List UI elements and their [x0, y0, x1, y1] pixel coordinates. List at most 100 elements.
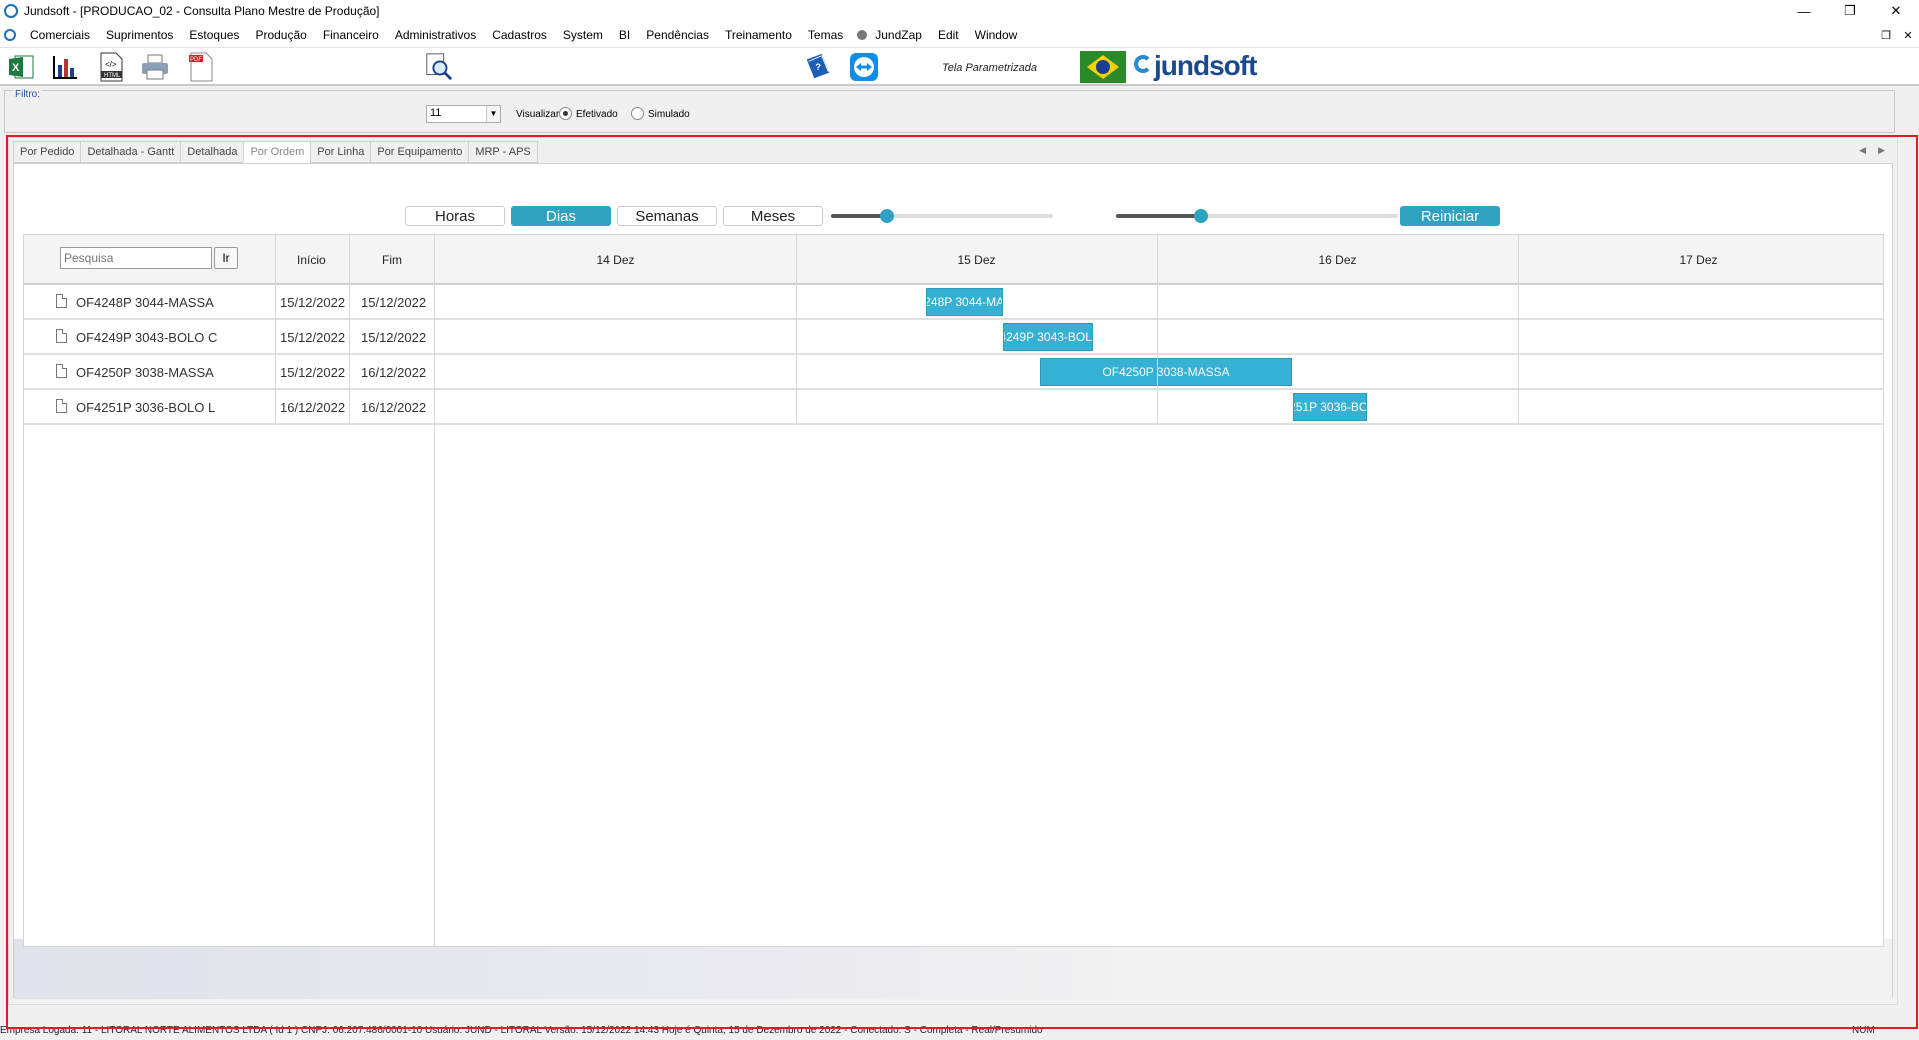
day-divider	[1518, 235, 1519, 425]
restore-button[interactable]: ❐	[1827, 0, 1873, 22]
order-name: OF4250P 3038-MASSA	[76, 365, 214, 380]
brazil-flag-icon	[1080, 51, 1126, 83]
gantt-bar[interactable]: OF4251P 3036-BOLO L	[1293, 393, 1367, 421]
menu-treinamento[interactable]: Treinamento	[717, 28, 800, 42]
filter-combo[interactable]: 11 ▼	[426, 105, 501, 123]
tab-strip: Por Pedido Detalhada - Gantt Detalhada P…	[13, 141, 538, 163]
menu-comerciais[interactable]: Comerciais	[22, 28, 98, 42]
close-button[interactable]: ✕	[1873, 0, 1919, 22]
tab-detalhada-gantt[interactable]: Detalhada - Gantt	[80, 141, 181, 163]
col-inicio-header: Início	[297, 253, 326, 267]
print-icon[interactable]	[140, 52, 170, 82]
menu-edit[interactable]: Edit	[930, 28, 967, 42]
menu-estoques[interactable]: Estoques	[181, 28, 247, 42]
status-bar: Empresa Logada: 11 - LITORAL NORTE ALIME…	[0, 1025, 1919, 1040]
menu-temas[interactable]: Temas	[800, 28, 851, 42]
tab-scroll-right-icon[interactable]: ▶	[1878, 145, 1885, 156]
tela-parametrizada-label: Tela Parametrizada	[942, 62, 1037, 74]
gantt-bar[interactable]: OF4250P 3038-MASSA	[1040, 358, 1292, 386]
semanas-button[interactable]: Semanas	[617, 206, 717, 226]
gantt-grid: Ir Início Fim 14 Dez 15 Dez 16 Dez 17 De…	[23, 234, 1884, 947]
svg-text:X: X	[12, 62, 20, 74]
menu-cadastros[interactable]: Cadastros	[484, 28, 555, 42]
ir-button[interactable]: Ir	[214, 247, 238, 269]
day-divider	[1157, 235, 1158, 425]
pdf-icon[interactable]: PDF	[186, 52, 216, 82]
menu-pendencias[interactable]: Pendências	[638, 28, 717, 42]
gantt-bar[interactable]: OF4248P 3044-MASSA	[926, 288, 1003, 316]
teamviewer-icon[interactable]	[849, 52, 879, 82]
gantt-bar[interactable]: OF4249P 3043-BOLO C	[1003, 323, 1093, 351]
menu-system[interactable]: System	[555, 28, 611, 42]
order-name: OF4249P 3043-BOLO C	[76, 330, 218, 345]
menu-administrativos[interactable]: Administrativos	[387, 28, 484, 42]
order-name: OF4248P 3044-MASSA	[76, 295, 214, 310]
column-divider	[349, 235, 350, 285]
order-inicio: 15/12/2022	[280, 295, 346, 310]
day-divider	[796, 235, 797, 425]
horas-button[interactable]: Horas	[405, 206, 505, 226]
reiniciar-button[interactable]: Reiniciar	[1400, 206, 1500, 226]
radio-efetivado[interactable]	[559, 107, 572, 120]
tab-scroll-left-icon[interactable]: ◀	[1859, 145, 1866, 156]
app-icon	[4, 4, 18, 18]
gantt-panel: Horas Dias Semanas Meses Reiniciar Ir In…	[13, 163, 1893, 999]
tab-por-linha[interactable]: Por Linha	[310, 141, 371, 163]
column-divider	[275, 235, 276, 285]
minimize-button[interactable]: —	[1781, 0, 1827, 22]
col-fim-header: Fim	[382, 253, 402, 267]
menu-jundzap[interactable]: JundZap	[867, 28, 930, 42]
meses-button[interactable]: Meses	[723, 206, 823, 226]
slider-knob[interactable]	[1193, 209, 1208, 223]
day-header: 15 Dez	[957, 253, 996, 267]
radio-simulado[interactable]	[631, 107, 644, 120]
document-icon	[56, 329, 67, 343]
jundsoft-logo: jundsoft	[1134, 50, 1257, 82]
excel-icon[interactable]: X	[6, 52, 36, 82]
order-fim: 16/12/2022	[361, 400, 427, 415]
menu-producao[interactable]: Produção	[247, 28, 314, 42]
day-header: 16 Dez	[1318, 253, 1357, 267]
panel-footer-area	[14, 939, 1892, 999]
chart-icon[interactable]	[50, 52, 80, 82]
filter-legend: Filtro:	[13, 89, 42, 100]
zoom-slider-2[interactable]	[1116, 209, 1398, 223]
order-fim: 16/12/2022	[361, 365, 427, 380]
mdi-close-button[interactable]: ✕	[1897, 29, 1919, 42]
html-icon[interactable]: </> HTML	[96, 52, 126, 82]
svg-text:HTML: HTML	[104, 73, 121, 79]
search-input[interactable]	[60, 247, 212, 269]
order-fim: 15/12/2022	[361, 295, 427, 310]
column-divider	[275, 285, 276, 425]
help-book-icon[interactable]: ?	[803, 52, 833, 82]
chevron-down-icon[interactable]: ▼	[486, 106, 500, 122]
dias-button[interactable]: Dias	[511, 206, 611, 226]
filter-group: Filtro: 11 ▼ Visualizar: Efetivado Simul…	[4, 89, 1895, 133]
tab-detalhada[interactable]: Detalhada	[180, 141, 244, 163]
order-name: OF4251P 3036-BOLO L	[76, 400, 216, 415]
table-row[interactable]: OF4251P 3036-BOLO L 16/12/2022 16/12/202…	[24, 390, 1883, 425]
table-row[interactable]: OF4248P 3044-MASSA 15/12/2022 15/12/2022…	[24, 285, 1883, 320]
column-divider	[349, 285, 350, 425]
tab-por-pedido[interactable]: Por Pedido	[13, 141, 81, 163]
menu-bi[interactable]: BI	[611, 28, 638, 42]
mdi-icon	[4, 28, 16, 41]
tab-por-equipamento[interactable]: Por Equipamento	[370, 141, 469, 163]
document-icon	[56, 294, 67, 308]
zoom-slider-1[interactable]	[831, 209, 1053, 223]
tab-mrp-aps[interactable]: MRP - APS	[468, 141, 538, 163]
tab-por-ordem[interactable]: Por Ordem	[243, 141, 311, 163]
slider-knob[interactable]	[879, 209, 894, 223]
menu-suprimentos[interactable]: Suprimentos	[98, 28, 181, 42]
table-row[interactable]: OF4250P 3038-MASSA 15/12/2022 16/12/2022…	[24, 355, 1883, 390]
document-icon	[56, 399, 67, 413]
grid-header: Ir Início Fim 14 Dez 15 Dez 16 Dez 17 De…	[24, 235, 1883, 285]
day-header: 14 Dez	[596, 253, 635, 267]
magnifier-icon[interactable]	[424, 52, 454, 82]
mdi-restore-button[interactable]: ❐	[1875, 29, 1897, 42]
status-text: Empresa Logada: 11 - LITORAL NORTE ALIME…	[0, 1025, 1043, 1036]
radio-efetivado-label: Efetivado	[576, 109, 618, 120]
menu-financeiro[interactable]: Financeiro	[315, 28, 387, 42]
menu-window[interactable]: Window	[967, 28, 1026, 42]
table-row[interactable]: OF4249P 3043-BOLO C 15/12/2022 15/12/202…	[24, 320, 1883, 355]
